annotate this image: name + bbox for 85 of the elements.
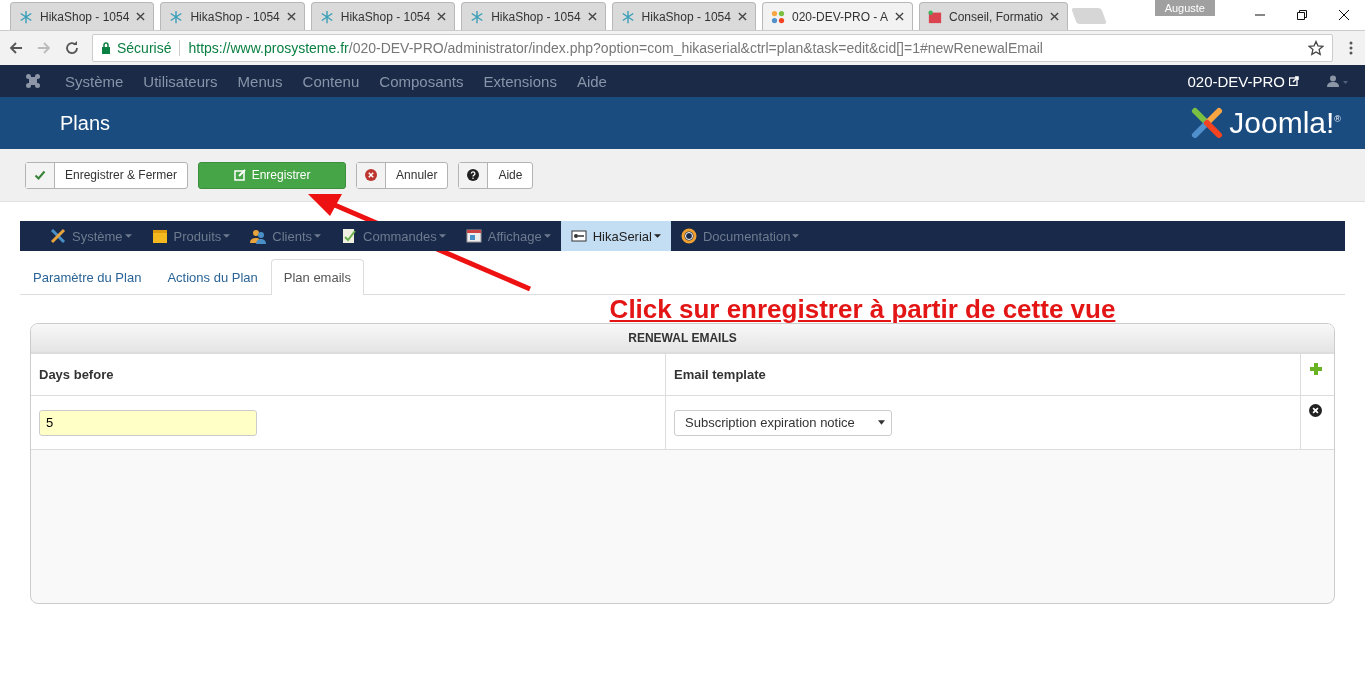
menu-item[interactable]: Système [55,72,134,90]
submenu-item[interactable]: Commandes [331,221,456,251]
snowflake-icon [470,9,485,24]
url-host: https://www.prosysteme.fr [188,40,349,56]
caret-icon [543,234,551,238]
menu-item[interactable]: Extensions [473,72,567,90]
caret-icon [792,234,800,238]
tab[interactable]: Actions du Plan [154,259,271,294]
joomla-logo-text: Joomla!$^{®}$ [1229,106,1341,140]
close-icon[interactable] [587,12,597,21]
browser-tab[interactable]: 020-DEV-PRO - A [761,2,913,30]
image-icon [928,9,942,24]
days-field[interactable]: 5 [39,409,257,436]
submenu-item[interactable]: Documentation [670,221,810,251]
submenu-item[interactable]: Système [40,221,142,251]
menu-item[interactable]: Utilisateurs [133,72,228,90]
browser-tab[interactable]: HikaShop - 1054 [10,2,155,30]
browser-tab[interactable]: HikaShop - 1054 [611,2,756,30]
document-icon [341,228,358,244]
site-link[interactable]: 020-DEV-PRO [1187,72,1285,90]
tab[interactable]: Paramètre du Plan [20,259,155,294]
page-title: Plans [60,111,111,135]
snowflake-icon [620,9,635,24]
tools-icon [50,228,66,244]
users-icon [250,228,267,244]
browser-tab[interactable]: HikaShop - 1054 [160,2,305,30]
caret-icon [314,234,322,238]
template-select[interactable]: Subscription expiration notice [674,409,892,436]
secure-label: Sécurisé [117,40,172,56]
close-icon[interactable] [1338,9,1350,21]
close-icon[interactable] [737,12,747,21]
menu-item[interactable]: Composants [369,72,474,90]
snowflake-icon [169,9,184,24]
close-icon[interactable] [1050,12,1060,21]
browser-tab[interactable]: Conseil, Formatio [919,2,1069,30]
close-icon[interactable] [437,12,447,21]
lifebuoy-icon [680,228,697,244]
menu-icon[interactable] [1349,40,1353,56]
window-icon [465,228,482,244]
caret-icon [223,234,231,238]
snowflake-icon [319,9,334,24]
menu-item[interactable]: Aide [566,72,617,90]
caret-icon [878,420,885,425]
column-header: Email template [665,353,1301,396]
submenu-item[interactable]: Produits [141,221,241,251]
submenu-item[interactable]: HikaSerial [560,221,671,251]
submenu-item[interactable]: Affichage [455,221,561,251]
tab[interactable]: Plan emails [270,259,364,295]
submenu-item[interactable]: Clients [240,221,332,251]
lock-icon [101,42,111,54]
cancel-icon [365,169,378,181]
back-icon[interactable] [8,40,24,56]
edit-icon [233,169,246,181]
panel-title: RENEWAL EMAILS [31,324,1334,353]
reload-icon[interactable] [64,40,80,56]
toolbar-button[interactable]: Aide [458,161,534,189]
menu-item[interactable]: Menus [227,72,293,90]
joomla-icon [770,9,785,24]
add-icon[interactable] [1309,362,1323,376]
joomla-icon[interactable] [25,73,41,89]
url-path: /020-DEV-PRO/administrator/index.php?option=com_hikaserial&ctrl=plan&task=edit&cid[]=1#newRenewalEmail [348,40,1043,56]
key-card-icon [570,228,587,244]
close-icon[interactable] [286,12,296,21]
box-icon [151,228,168,244]
toolbar-button[interactable]: Annuler [356,161,449,189]
external-link-icon [1289,76,1299,86]
close-icon[interactable] [895,12,904,21]
caret-icon [653,234,661,238]
column-header: Days before [31,353,666,396]
user-icon[interactable] [1327,75,1349,87]
delete-icon[interactable] [1309,404,1322,417]
caret-icon [438,234,446,238]
browser-tab[interactable]: HikaShop - 1054 [310,2,456,30]
caret-icon [124,234,132,238]
address-field[interactable]: Sécurisé https://www.prosysteme.fr/020-DEV-PRO/administrator/index.php?option=com_hikaserial&ctrl=plan&task=edit&cid[]=1#newRenewalEmail [92,34,1333,62]
snowflake-icon [19,9,33,24]
menu-item[interactable]: Contenu [292,72,370,90]
restore-icon[interactable] [1296,9,1308,21]
toolbar-button[interactable]: Enregistrer & Fermer [25,161,189,189]
annotation-text: Click sur enregistrer à partir de cette vue [609,295,1116,323]
star-icon[interactable] [1308,40,1324,56]
browser-tab[interactable]: HikaShop - 1054 [461,2,606,30]
check-icon [34,169,46,181]
help-icon [467,169,480,181]
close-icon[interactable] [136,12,146,21]
